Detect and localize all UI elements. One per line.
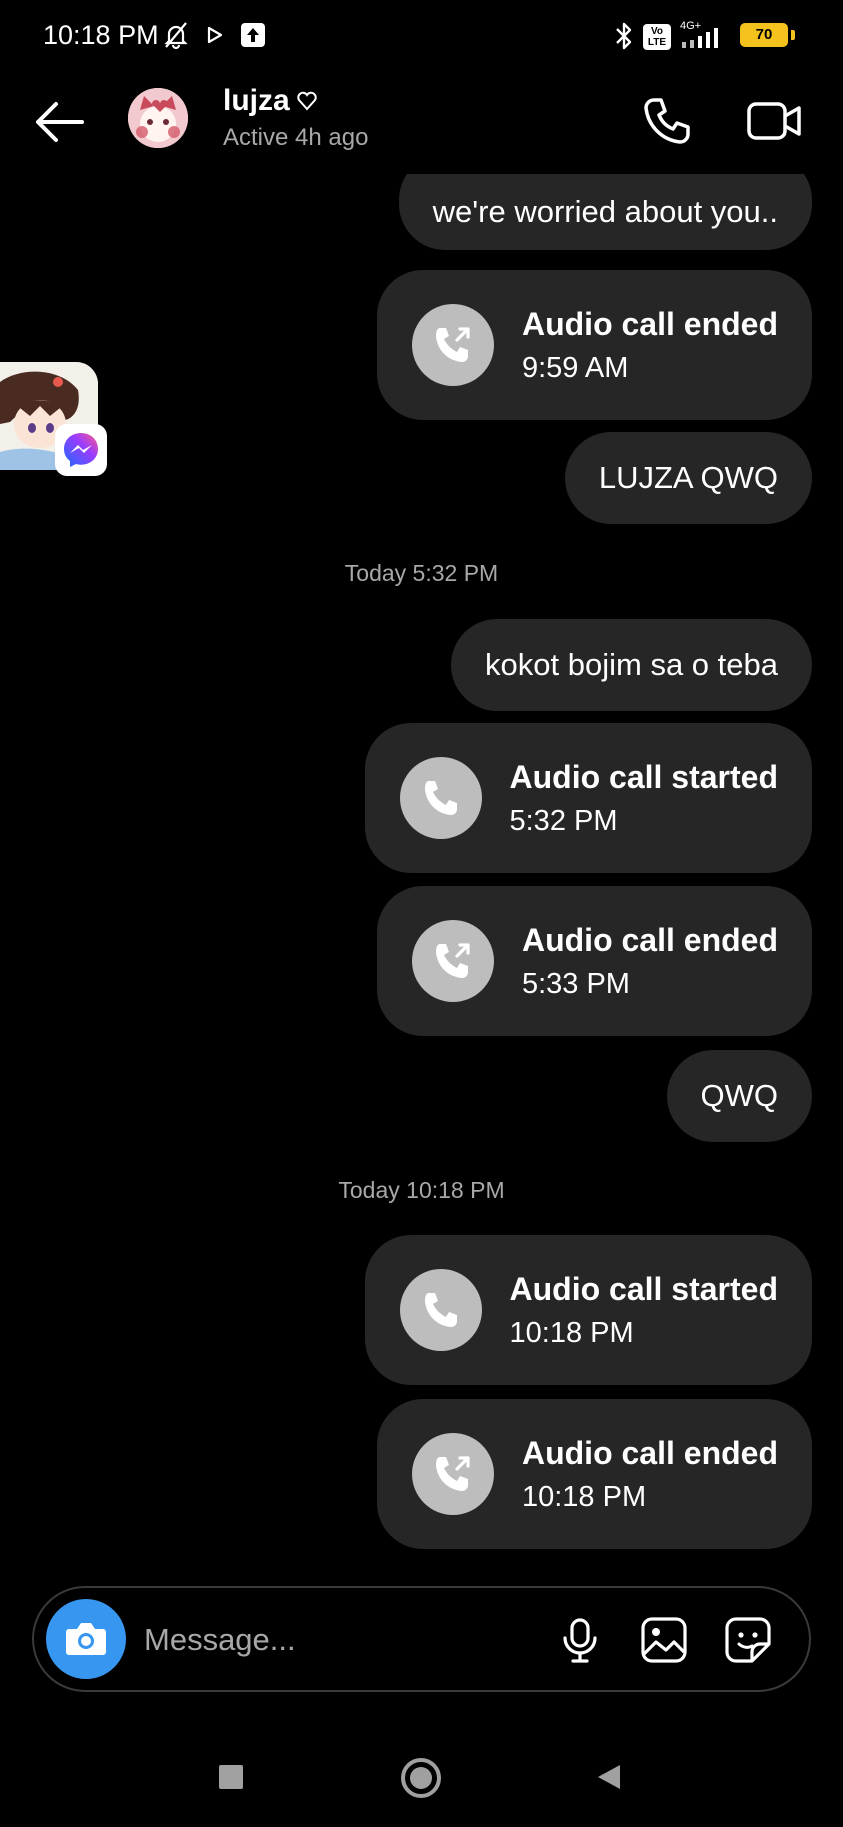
messenger-icon — [55, 424, 107, 476]
call-time: 10:18 PM — [521, 1480, 647, 1513]
message-text: QWQ — [700, 1078, 779, 1113]
call-ended-icon — [435, 327, 470, 362]
heart-icon — [297, 91, 317, 111]
call-icon-circle — [411, 920, 494, 1002]
phone-icon[interactable] — [640, 94, 694, 148]
play-store-icon — [207, 26, 223, 44]
timestamp-divider: Today 5:32 PM — [344, 560, 499, 586]
call-title: Audio call ended — [521, 305, 778, 342]
gallery-icon[interactable] — [638, 1614, 690, 1666]
call-time: 5:32 PM — [509, 804, 618, 837]
timestamp-divider: Today 10:18 PM — [338, 1177, 505, 1203]
call-time: 9:59 AM — [521, 351, 629, 384]
message-text: LUJZA QWQ — [598, 460, 778, 495]
contact-name[interactable]: lujza — [223, 84, 290, 118]
message-composer — [32, 1586, 811, 1692]
message-text: kokot bojim sa o teba — [485, 647, 778, 682]
call-title: Audio call started — [509, 758, 779, 795]
bell-off-icon — [164, 22, 188, 50]
camera-button[interactable] — [46, 1599, 126, 1679]
call-bubble[interactable]: Audio call started 10:18 PM — [364, 1235, 812, 1385]
phone-icon — [424, 781, 457, 815]
call-title: Audio call started — [509, 1270, 779, 1307]
status-bar: 10:18 PM Vo LTE 4G+ 70 — [0, 0, 843, 74]
volte-icon: Vo LTE — [643, 24, 671, 50]
call-time: 10:18 PM — [509, 1316, 634, 1349]
call-icon-circle — [399, 757, 482, 839]
call-ended-icon — [435, 943, 470, 978]
call-title: Audio call ended — [521, 1434, 778, 1471]
call-icon-circle — [411, 1433, 494, 1515]
message-input[interactable] — [144, 1616, 444, 1664]
video-camera-icon[interactable] — [745, 94, 805, 148]
back-arrow-icon[interactable] — [32, 94, 88, 150]
call-bubble[interactable]: Audio call started 5:32 PM — [364, 723, 812, 873]
avatar-image — [128, 88, 188, 148]
call-icon-circle — [399, 1269, 482, 1351]
message-bubble[interactable]: QWQ — [666, 1050, 812, 1142]
back-nav-icon[interactable] — [594, 1762, 624, 1792]
message-bubble[interactable]: kokot bojim sa o teba — [451, 619, 812, 711]
call-time: 5:33 PM — [521, 967, 630, 1000]
battery-level: 70 — [755, 26, 773, 43]
chat-header: lujza Active 4h ago — [0, 74, 843, 174]
recent-apps-icon[interactable] — [216, 1762, 246, 1792]
message-text: we're worried about you.. — [432, 194, 778, 229]
status-time: 10:18 PM — [43, 20, 159, 50]
battery-tip — [791, 30, 795, 40]
chat-head-bubble[interactable] — [0, 362, 107, 476]
camera-icon — [66, 1623, 106, 1655]
message-bubble[interactable]: we're worried about you.. — [398, 174, 812, 250]
call-title: Audio call ended — [521, 921, 778, 958]
avatar[interactable] — [128, 88, 188, 148]
call-bubble[interactable]: Audio call ended 5:33 PM — [376, 886, 812, 1036]
upload-icon — [241, 23, 265, 47]
signal-icon — [682, 28, 718, 48]
home-icon[interactable] — [399, 1756, 443, 1800]
system-navigation-bar — [0, 1740, 843, 1827]
bluetooth-icon — [616, 22, 632, 50]
call-bubble[interactable]: Audio call ended 9:59 AM — [376, 270, 812, 420]
message-thread: we're worried about you.. Audio call end… — [0, 174, 843, 1579]
call-ended-icon — [435, 1456, 470, 1491]
message-bubble[interactable]: LUJZA QWQ — [564, 432, 812, 524]
call-icon-circle — [411, 304, 494, 386]
active-status: Active 4h ago — [223, 124, 369, 151]
messenger-logo — [64, 433, 98, 467]
microphone-icon[interactable] — [554, 1614, 606, 1666]
phone-icon — [424, 1293, 457, 1327]
call-bubble[interactable]: Audio call ended 10:18 PM — [376, 1399, 812, 1549]
sticker-icon[interactable] — [722, 1614, 774, 1666]
battery-icon: 70 — [740, 23, 788, 47]
